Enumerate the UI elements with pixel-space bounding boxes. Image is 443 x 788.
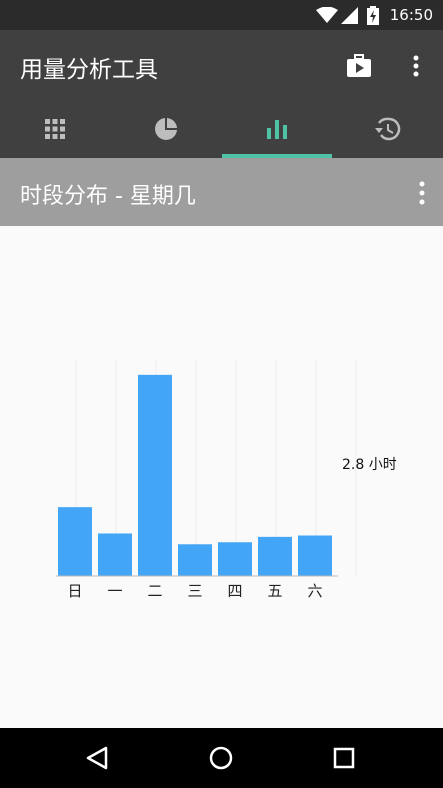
bar-chart-icon bbox=[267, 120, 287, 139]
chart-bar-2 bbox=[138, 374, 172, 576]
tab-grid[interactable] bbox=[0, 100, 110, 158]
home-icon[interactable] bbox=[205, 742, 237, 774]
tab-history[interactable] bbox=[333, 100, 443, 158]
battery-icon bbox=[367, 6, 379, 25]
chart-tick-label: 六 bbox=[307, 582, 322, 600]
chart-area: 日 一 二 三 四 五 六 2.8 小时 bbox=[0, 226, 443, 728]
chart-bar-4 bbox=[218, 542, 252, 576]
tab-bar bbox=[0, 100, 443, 158]
chart-tick-label: 四 bbox=[227, 582, 242, 600]
tab-bar-chart[interactable] bbox=[222, 100, 332, 158]
bar-chart: 日 一 二 三 四 五 六 2.8 小时 bbox=[56, 360, 397, 600]
back-icon[interactable] bbox=[82, 742, 114, 774]
chart-tick-label: 三 bbox=[187, 582, 202, 600]
status-bar: 16:50 bbox=[0, 0, 443, 30]
history-icon bbox=[375, 117, 401, 141]
section-title: 时段分布 - 星期几 bbox=[20, 184, 196, 209]
app-bar: 用量分析工具 bbox=[0, 30, 443, 100]
more-vert-icon[interactable] bbox=[402, 52, 430, 80]
chart-tick-label: 一 bbox=[107, 582, 122, 600]
chart-tick-label: 日 bbox=[67, 582, 82, 600]
grid-icon bbox=[45, 119, 65, 139]
signal-icon bbox=[341, 7, 358, 24]
briefcase-play-icon[interactable] bbox=[345, 52, 373, 80]
chart-tick-label: 五 bbox=[267, 582, 282, 600]
chart-tick-label: 二 bbox=[147, 582, 162, 600]
chart-bar-5 bbox=[258, 536, 292, 576]
chart-bar-3 bbox=[178, 544, 212, 576]
chart-max-label: 2.8 小时 bbox=[342, 457, 397, 473]
pie-chart-icon bbox=[155, 118, 177, 140]
tab-pie-chart[interactable] bbox=[111, 100, 221, 158]
status-time: 16:50 bbox=[389, 6, 433, 24]
chart-bar-6 bbox=[298, 535, 332, 576]
app-title: 用量分析工具 bbox=[20, 57, 158, 83]
section-header: 时段分布 - 星期几 bbox=[0, 158, 443, 226]
chart-bar-1 bbox=[98, 533, 132, 576]
chart-bar-0 bbox=[58, 507, 92, 576]
recents-icon[interactable] bbox=[328, 742, 360, 774]
wifi-icon bbox=[316, 7, 338, 23]
more-vert-icon[interactable] bbox=[415, 180, 429, 206]
nav-bar bbox=[0, 728, 443, 788]
